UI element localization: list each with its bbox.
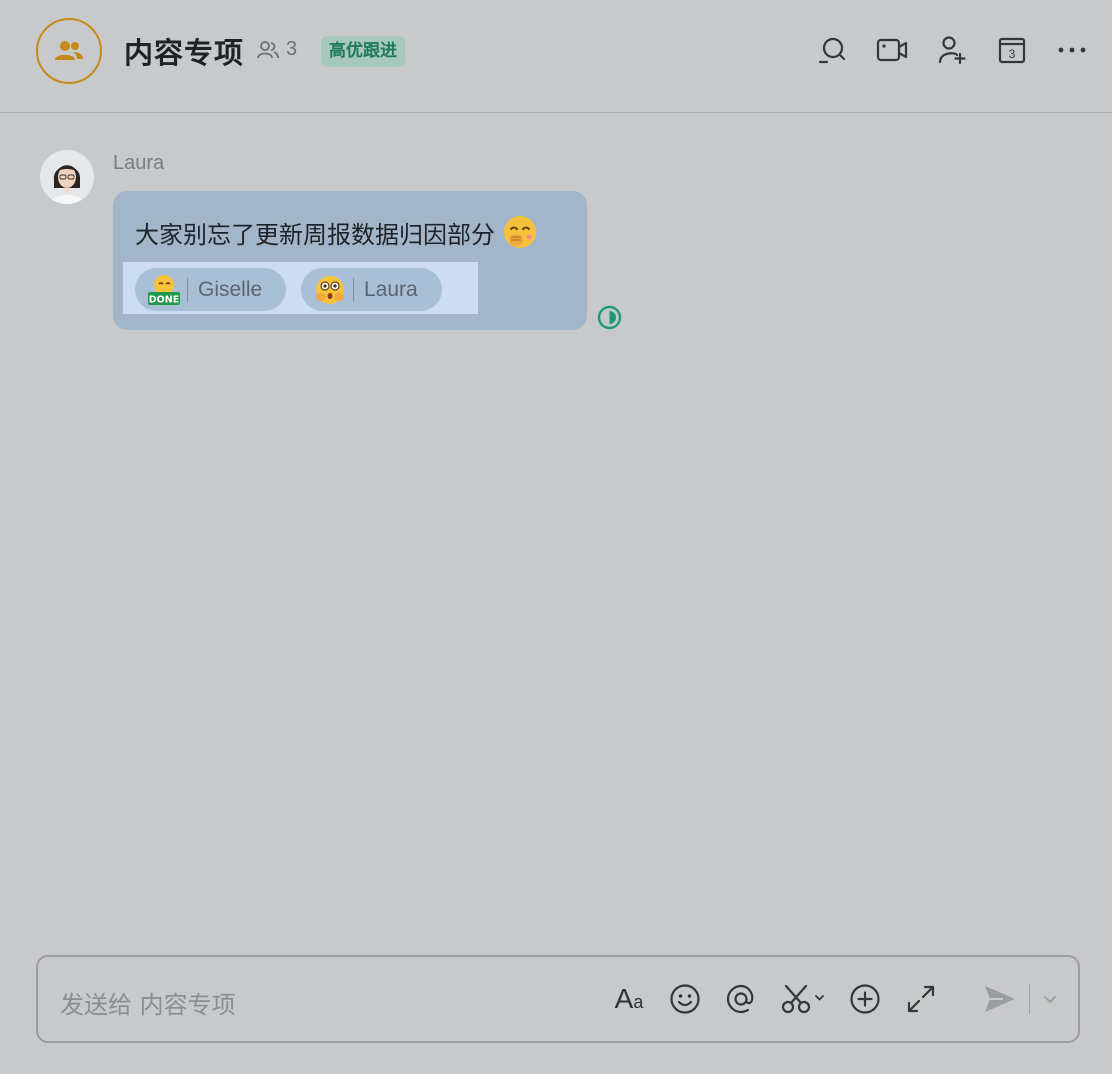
chat-title[interactable]: 内容专项 <box>124 30 244 72</box>
send-button[interactable] <box>983 981 1017 1017</box>
at-icon <box>726 984 754 1014</box>
expand-icon <box>907 985 935 1013</box>
emoji-button[interactable] <box>668 981 702 1017</box>
member-count-value: 3 <box>286 38 298 60</box>
members-icon <box>257 40 279 58</box>
send-options-button[interactable] <box>1042 981 1058 1017</box>
mention-button[interactable] <box>724 981 758 1017</box>
plus-circle-icon <box>850 984 880 1014</box>
reaction-separator <box>353 277 354 302</box>
shushing-emoji-icon <box>504 216 536 248</box>
message-composer[interactable]: 发送给 内容专项 Aa <box>36 955 1080 1043</box>
add-member-icon <box>938 36 966 65</box>
emoji-icon <box>670 984 700 1014</box>
message-text-content: 大家别忘了更新周报数据归因部分 <box>135 220 495 249</box>
shocked-emoji-icon <box>316 275 344 304</box>
done-emoji-icon: DONE <box>148 274 180 305</box>
text-format-button[interactable]: Aa <box>612 981 646 1017</box>
reaction-user: Laura <box>364 277 418 301</box>
read-status[interactable] <box>597 305 622 330</box>
chat-header: 内容专项 3 高优跟进 3 <box>0 0 1112 113</box>
priority-tag[interactable]: 高优跟进 <box>321 36 405 67</box>
add-member-button[interactable] <box>936 34 968 66</box>
more-icon <box>1058 47 1086 53</box>
person-avatar-icon <box>40 150 94 204</box>
add-button[interactable] <box>848 981 882 1017</box>
video-call-button[interactable] <box>876 34 908 66</box>
composer-input[interactable]: 发送给 内容专项 <box>60 985 236 1020</box>
group-icon <box>55 41 83 60</box>
search-button[interactable] <box>816 34 848 66</box>
member-count[interactable]: 3 <box>256 38 297 61</box>
sender-name[interactable]: Laura <box>113 152 164 175</box>
reaction-chip[interactable]: DONE Giselle <box>135 268 286 311</box>
header-actions: 3 <box>816 34 1088 66</box>
send-icon <box>985 986 1015 1012</box>
chevron-down-icon <box>815 995 824 1001</box>
send-area <box>983 981 1058 1017</box>
group-avatar[interactable] <box>36 18 102 84</box>
more-button[interactable] <box>1056 34 1088 66</box>
composer-toolbar: Aa <box>612 981 938 1017</box>
reaction-user: Giselle <box>198 277 263 301</box>
text-format-icon: Aa <box>614 983 644 1014</box>
reaction-chip[interactable]: Laura <box>301 268 442 311</box>
reaction-separator <box>187 277 188 302</box>
svg-text:DONE: DONE <box>149 294 179 305</box>
message-text: 大家别忘了更新周报数据归因部分 <box>135 213 539 251</box>
expand-button[interactable] <box>904 981 938 1017</box>
calendar-icon: 3 <box>998 37 1026 64</box>
sender-avatar[interactable] <box>40 150 94 204</box>
search-icon <box>818 37 846 64</box>
reactions-bar: DONE Giselle Laura <box>123 262 478 314</box>
chat-window: 内容专项 3 高优跟进 3 Laura 大家别忘了更新周报数据归因部分 DONE… <box>0 0 1112 1074</box>
video-icon <box>876 38 908 62</box>
chevron-down-icon <box>1044 996 1056 1004</box>
message-bubble[interactable]: 大家别忘了更新周报数据归因部分 DONE Giselle Laura <box>113 191 587 330</box>
read-status-icon <box>597 305 622 330</box>
scissors-icon <box>781 984 824 1014</box>
screenshot-button[interactable] <box>780 981 826 1017</box>
calendar-day: 3 <box>1009 47 1016 61</box>
calendar-button[interactable]: 3 <box>996 34 1028 66</box>
send-separator <box>1029 984 1030 1014</box>
